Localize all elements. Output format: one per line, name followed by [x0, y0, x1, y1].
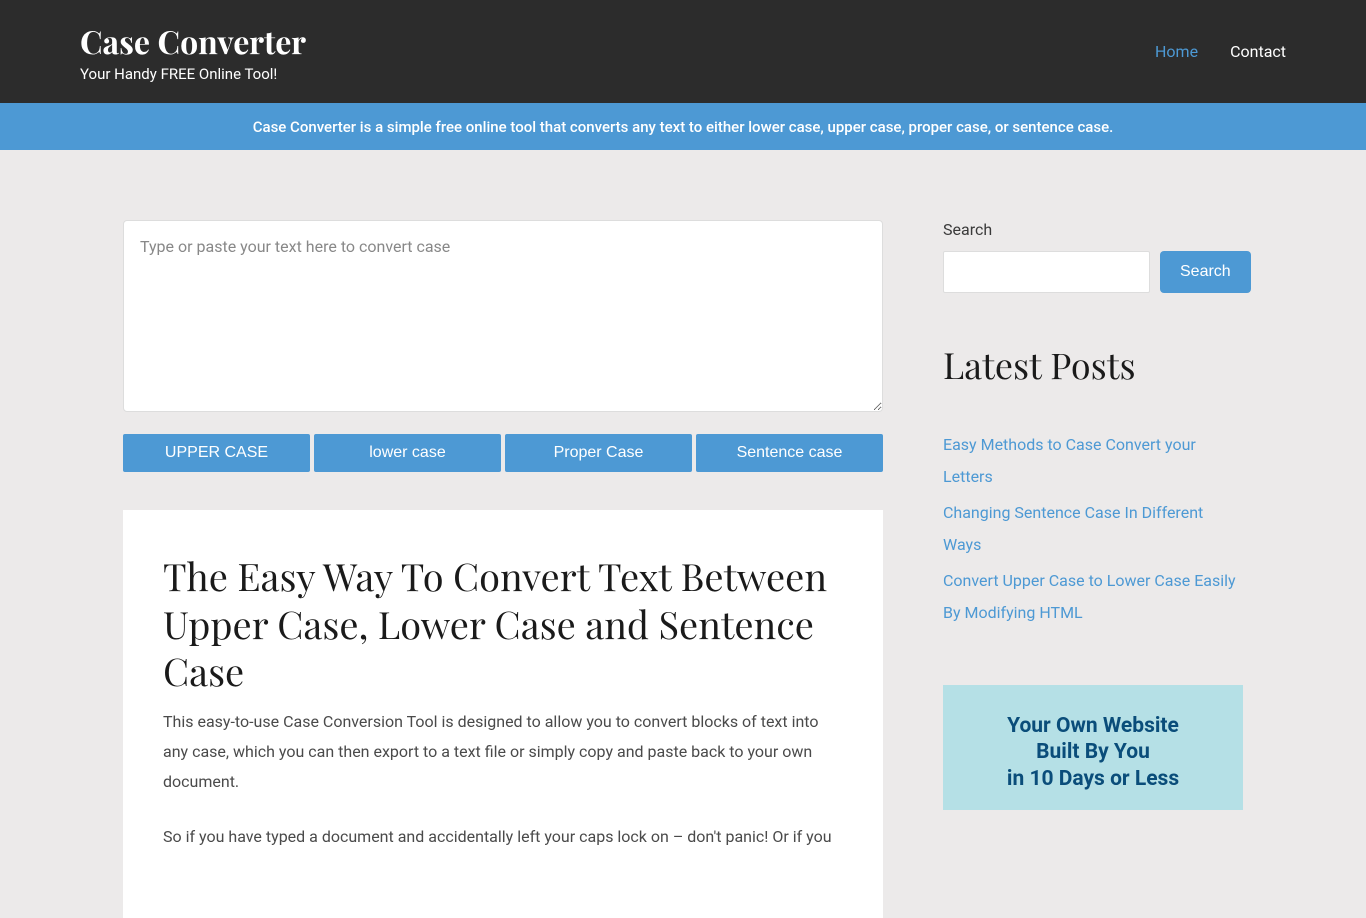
banner-text: Case Converter is a simple free online t… — [253, 118, 1114, 136]
lowercase-button[interactable]: lower case — [314, 434, 501, 472]
article-paragraph: This easy-to-use Case Conversion Tool is… — [163, 707, 843, 798]
case-button-row: UPPER CASE lower case Proper Case Senten… — [123, 434, 883, 472]
main-nav: Home Contact — [1155, 42, 1286, 61]
sidebar: Search Search Latest Posts Easy Methods … — [943, 220, 1243, 918]
article: The Easy Way To Convert Text Between Upp… — [123, 510, 883, 918]
sentencecase-button[interactable]: Sentence case — [696, 434, 883, 472]
promo-text: Your Own Website — [963, 713, 1223, 739]
text-input[interactable] — [123, 220, 883, 412]
main-content: UPPER CASE lower case Proper Case Senten… — [123, 220, 883, 918]
description-banner: Case Converter is a simple free online t… — [0, 103, 1366, 150]
uppercase-button[interactable]: UPPER CASE — [123, 434, 310, 472]
post-link[interactable]: Convert Upper Case to Lower Case Easily … — [943, 565, 1243, 629]
search-input[interactable] — [943, 251, 1150, 293]
promo-text: in 10 Days or Less — [963, 766, 1223, 792]
promo-box[interactable]: Your Own Website Built By You in 10 Days… — [943, 685, 1243, 810]
post-list: Easy Methods to Case Convert your Letter… — [943, 429, 1243, 629]
propercase-button[interactable]: Proper Case — [505, 434, 692, 472]
latest-posts-heading: Latest Posts — [943, 341, 1243, 389]
search-row: Search — [943, 251, 1243, 293]
nav-home[interactable]: Home — [1155, 42, 1198, 61]
post-link[interactable]: Easy Methods to Case Convert your Letter… — [943, 429, 1243, 493]
search-button[interactable]: Search — [1160, 251, 1251, 293]
search-label: Search — [943, 220, 1243, 239]
site-header: Case Converter Your Handy FREE Online To… — [0, 0, 1366, 103]
brand: Case Converter Your Handy FREE Online To… — [80, 20, 306, 83]
site-tagline: Your Handy FREE Online Tool! — [80, 65, 306, 83]
promo-text: Built By You — [963, 739, 1223, 765]
article-title: The Easy Way To Convert Text Between Upp… — [163, 552, 843, 695]
site-title[interactable]: Case Converter — [80, 20, 306, 63]
article-paragraph: So if you have typed a document and acci… — [163, 822, 843, 852]
nav-contact[interactable]: Contact — [1230, 42, 1286, 61]
main-container: UPPER CASE lower case Proper Case Senten… — [43, 150, 1323, 918]
post-link[interactable]: Changing Sentence Case In Different Ways — [943, 497, 1243, 561]
